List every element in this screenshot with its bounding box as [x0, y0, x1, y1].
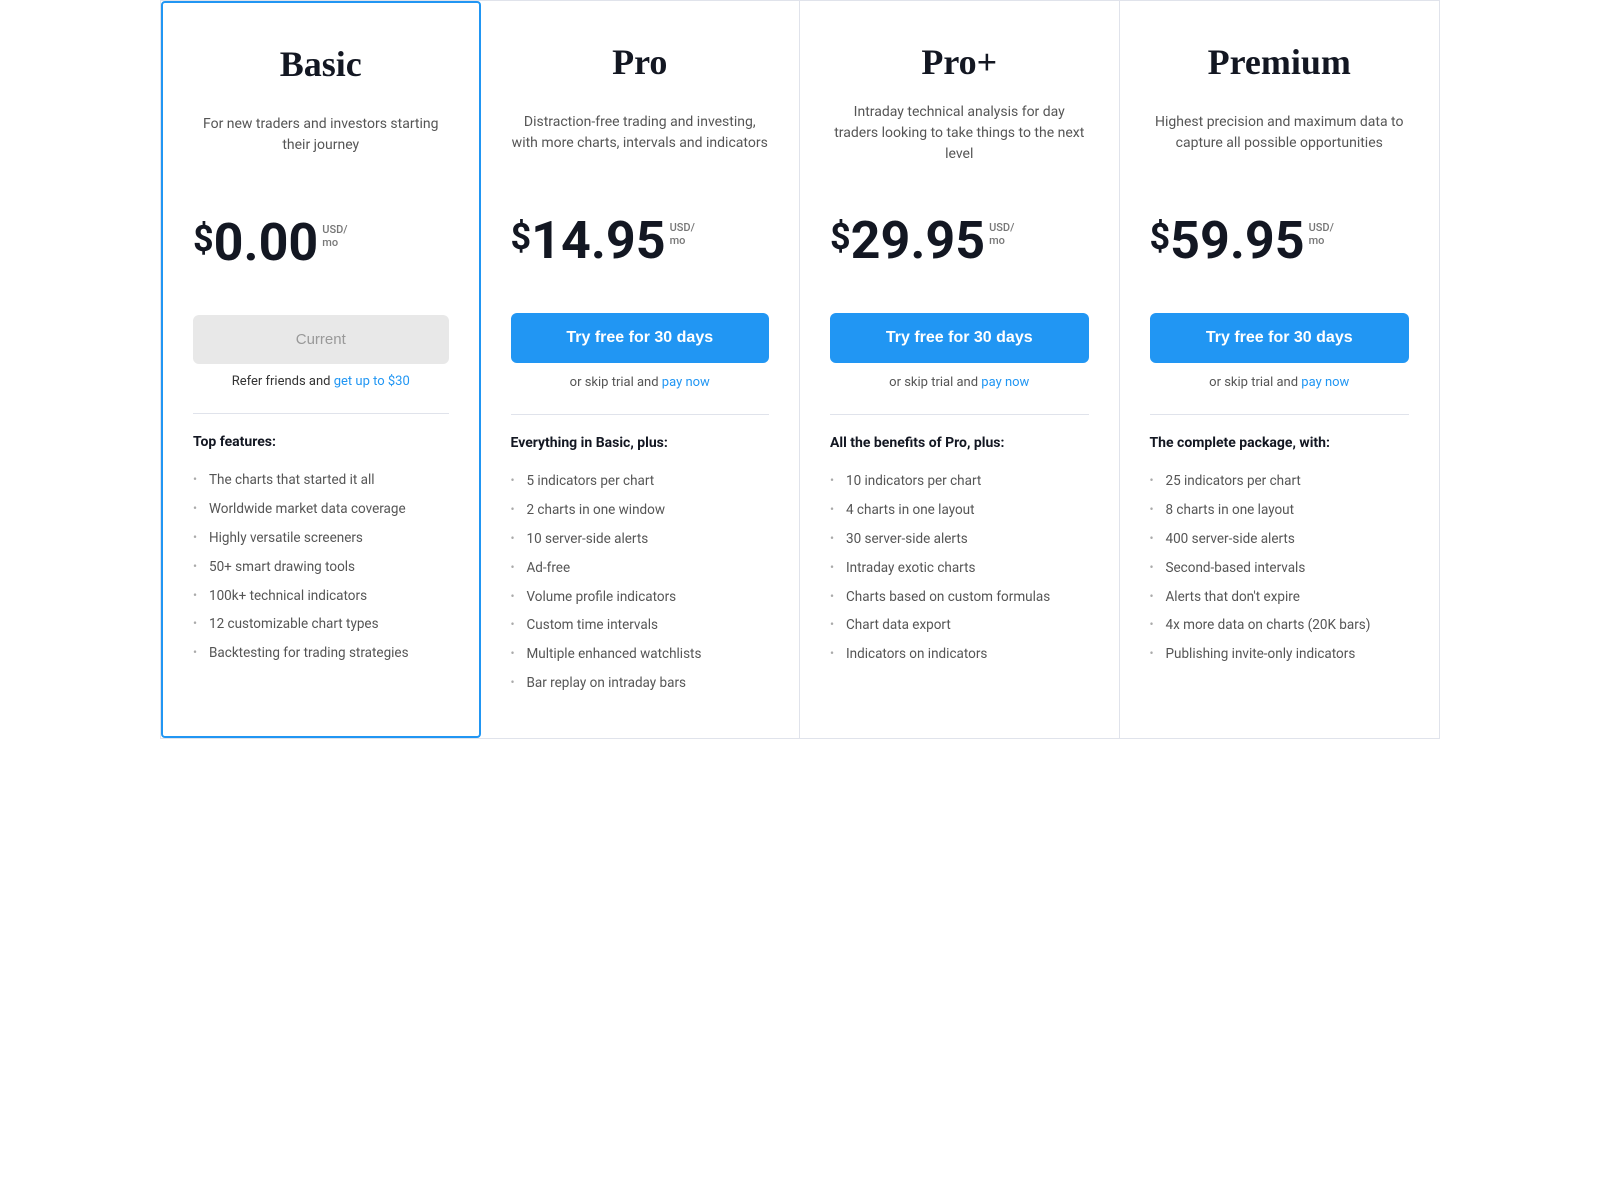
plan-price-proplus: $29.95USD/mo	[830, 215, 1014, 267]
list-item: 4x more data on charts (20K bars)	[1150, 611, 1410, 640]
list-item: 25 indicators per chart	[1150, 467, 1410, 496]
price-period-basic: mo	[322, 236, 347, 249]
price-period-proplus: mo	[989, 234, 1014, 247]
price-dollar-proplus: $	[830, 219, 851, 255]
features-list-pro: 5 indicators per chart2 charts in one wi…	[511, 467, 770, 698]
price-amount-premium: 59.95	[1170, 215, 1304, 267]
price-period-premium: mo	[1309, 234, 1334, 247]
plan-price-area-premium: $59.95USD/mo	[1150, 205, 1410, 277]
price-period-pro: mo	[670, 234, 695, 247]
divider-pro	[511, 414, 770, 415]
price-meta-premium: USD/mo	[1309, 221, 1334, 247]
pay-now-link-proplus[interactable]: pay now	[981, 375, 1029, 390]
price-meta-basic: USD/mo	[322, 223, 347, 249]
plan-name-basic: Basic	[193, 43, 449, 85]
list-item: 8 charts in one layout	[1150, 496, 1410, 525]
list-item: Multiple enhanced watchlists	[511, 640, 770, 669]
list-item: Bar replay on intraday bars	[511, 669, 770, 698]
list-item: 10 indicators per chart	[830, 467, 1089, 496]
features-heading-pro: Everything in Basic, plus:	[511, 435, 770, 451]
cta-area-premium: Try free for 30 days or skip trial and pa…	[1150, 313, 1410, 390]
price-meta-proplus: USD/mo	[989, 221, 1014, 247]
list-item: Worldwide market data coverage	[193, 495, 449, 524]
list-item: 50+ smart drawing tools	[193, 553, 449, 582]
cta-area-basic: Current Refer friends and get up to $30	[193, 315, 449, 389]
pricing-grid: Basic For new traders and investors start…	[160, 0, 1440, 739]
list-item: 100k+ technical indicators	[193, 582, 449, 611]
plan-desc-basic: For new traders and investors starting t…	[193, 99, 449, 171]
price-currency-basic: USD/	[322, 223, 347, 236]
trial-button-proplus[interactable]: Try free for 30 days	[830, 313, 1089, 363]
list-item: Publishing invite-only indicators	[1150, 640, 1410, 669]
divider-basic	[193, 413, 449, 414]
price-dollar-premium: $	[1150, 219, 1171, 255]
list-item: Backtesting for trading strategies	[193, 639, 449, 668]
trial-button-premium[interactable]: Try free for 30 days	[1150, 313, 1410, 363]
pay-now-link-pro[interactable]: pay now	[662, 375, 710, 390]
price-currency-pro: USD/	[670, 221, 695, 234]
list-item: Custom time intervals	[511, 611, 770, 640]
plan-name-premium: Premium	[1150, 41, 1410, 83]
plan-col-premium: Premium Highest precision and maximum dat…	[1120, 1, 1440, 738]
refer-text-basic: Refer friends and get up to $30	[193, 374, 449, 389]
features-heading-premium: The complete package, with:	[1150, 435, 1410, 451]
list-item: Highly versatile screeners	[193, 524, 449, 553]
cta-area-pro: Try free for 30 days or skip trial and pa…	[511, 313, 770, 390]
price-currency-proplus: USD/	[989, 221, 1014, 234]
plan-price-pro: $14.95USD/mo	[511, 215, 695, 267]
plan-price-premium: $59.95USD/mo	[1150, 215, 1334, 267]
features-list-basic: The charts that started it allWorldwide …	[193, 466, 449, 668]
list-item: 12 customizable chart types	[193, 610, 449, 639]
divider-proplus	[830, 414, 1089, 415]
plan-desc-premium: Highest precision and maximum data to ca…	[1150, 97, 1410, 169]
features-list-premium: 25 indicators per chart8 charts in one l…	[1150, 467, 1410, 669]
list-item: Second-based intervals	[1150, 554, 1410, 583]
plan-desc-pro: Distraction-free trading and investing, …	[511, 97, 770, 169]
plan-col-proplus: Pro+ Intraday technical analysis for day …	[800, 1, 1120, 738]
list-item: 2 charts in one window	[511, 496, 770, 525]
plan-name-pro: Pro	[511, 41, 770, 83]
price-dollar-basic: $	[193, 221, 214, 257]
cta-area-proplus: Try free for 30 days or skip trial and pa…	[830, 313, 1089, 390]
plan-name-proplus: Pro+	[830, 41, 1089, 83]
list-item: 30 server-side alerts	[830, 525, 1089, 554]
current-button-basic: Current	[193, 315, 449, 364]
price-amount-proplus: 29.95	[851, 215, 985, 267]
list-item: Chart data export	[830, 611, 1089, 640]
list-item: 10 server-side alerts	[511, 525, 770, 554]
list-item: Intraday exotic charts	[830, 554, 1089, 583]
price-meta-pro: USD/mo	[670, 221, 695, 247]
list-item: Charts based on custom formulas	[830, 583, 1089, 612]
list-item: 5 indicators per chart	[511, 467, 770, 496]
list-item: Alerts that don't expire	[1150, 583, 1410, 612]
features-list-proplus: 10 indicators per chart4 charts in one l…	[830, 467, 1089, 669]
price-dollar-pro: $	[511, 219, 532, 255]
list-item: 400 server-side alerts	[1150, 525, 1410, 554]
list-item: 4 charts in one layout	[830, 496, 1089, 525]
refer-link-basic[interactable]: get up to $30	[334, 374, 410, 389]
skip-trial-pro: or skip trial and pay now	[511, 375, 770, 390]
list-item: Ad-free	[511, 554, 770, 583]
plan-price-area-proplus: $29.95USD/mo	[830, 205, 1089, 277]
pay-now-link-premium[interactable]: pay now	[1301, 375, 1349, 390]
plan-col-pro: Pro Distraction-free trading and investin…	[481, 1, 801, 738]
skip-trial-proplus: or skip trial and pay now	[830, 375, 1089, 390]
plan-price-area-basic: $0.00USD/mo	[193, 207, 449, 279]
features-heading-basic: Top features:	[193, 434, 449, 450]
plan-price-area-pro: $14.95USD/mo	[511, 205, 770, 277]
trial-button-pro[interactable]: Try free for 30 days	[511, 313, 770, 363]
divider-premium	[1150, 414, 1410, 415]
features-heading-proplus: All the benefits of Pro, plus:	[830, 435, 1089, 451]
plan-col-basic: Basic For new traders and investors start…	[161, 1, 481, 738]
price-currency-premium: USD/	[1309, 221, 1334, 234]
plan-desc-proplus: Intraday technical analysis for day trad…	[830, 97, 1089, 169]
list-item: The charts that started it all	[193, 466, 449, 495]
skip-trial-premium: or skip trial and pay now	[1150, 375, 1410, 390]
list-item: Indicators on indicators	[830, 640, 1089, 669]
price-amount-basic: 0.00	[214, 217, 319, 269]
list-item: Volume profile indicators	[511, 583, 770, 612]
plan-price-basic: $0.00USD/mo	[193, 217, 348, 269]
price-amount-pro: 14.95	[531, 215, 665, 267]
